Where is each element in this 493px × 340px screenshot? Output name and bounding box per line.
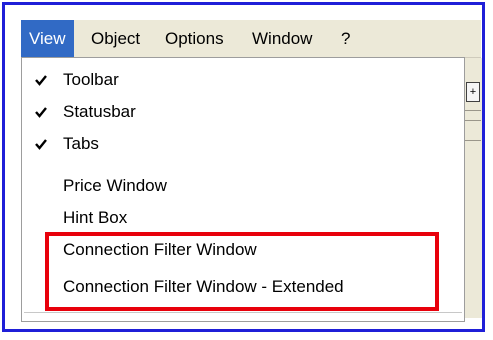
menu-help[interactable]: ?	[333, 20, 358, 57]
menu-item-connection-filter-window-extended[interactable]: Connection Filter Window - Extended	[22, 271, 464, 303]
menu-item-price-window[interactable]: Price Window	[22, 170, 464, 202]
checkmark-icon	[33, 64, 49, 96]
menu-item-label: Connection Filter Window - Extended	[63, 277, 344, 296]
menu-item-label: Toolbar	[63, 70, 119, 89]
menu-window[interactable]: Window	[244, 20, 320, 57]
menu-item-hint-box[interactable]: Hint Box	[22, 202, 464, 234]
menu-item-label: Price Window	[63, 176, 167, 195]
menu-item-label: Connection Filter Window	[63, 240, 257, 259]
menu-options[interactable]: Options	[157, 20, 232, 57]
checkmark-icon	[33, 128, 49, 160]
menu-item-statusbar[interactable]: Statusbar	[22, 96, 464, 128]
menu-item-label: Tabs	[63, 134, 99, 153]
menu-item-tabs[interactable]: Tabs	[22, 128, 464, 160]
menu-view[interactable]: View	[21, 20, 74, 57]
view-menu-dropdown: Toolbar Statusbar Tabs Price Window Hint…	[21, 57, 465, 322]
toolbar-button-icon[interactable]: +	[466, 82, 480, 102]
menu-object[interactable]: Object	[83, 20, 148, 57]
menu-bar: View Object Options Window ?	[21, 20, 481, 58]
menu-item-connection-filter-window[interactable]: Connection Filter Window	[22, 234, 464, 266]
menu-item-toolbar[interactable]: Toolbar	[22, 64, 464, 96]
menu-separator	[24, 312, 462, 313]
menu-item-label: Hint Box	[63, 208, 128, 227]
menu-item-label: Statusbar	[63, 102, 136, 121]
checkmark-icon	[33, 96, 49, 128]
